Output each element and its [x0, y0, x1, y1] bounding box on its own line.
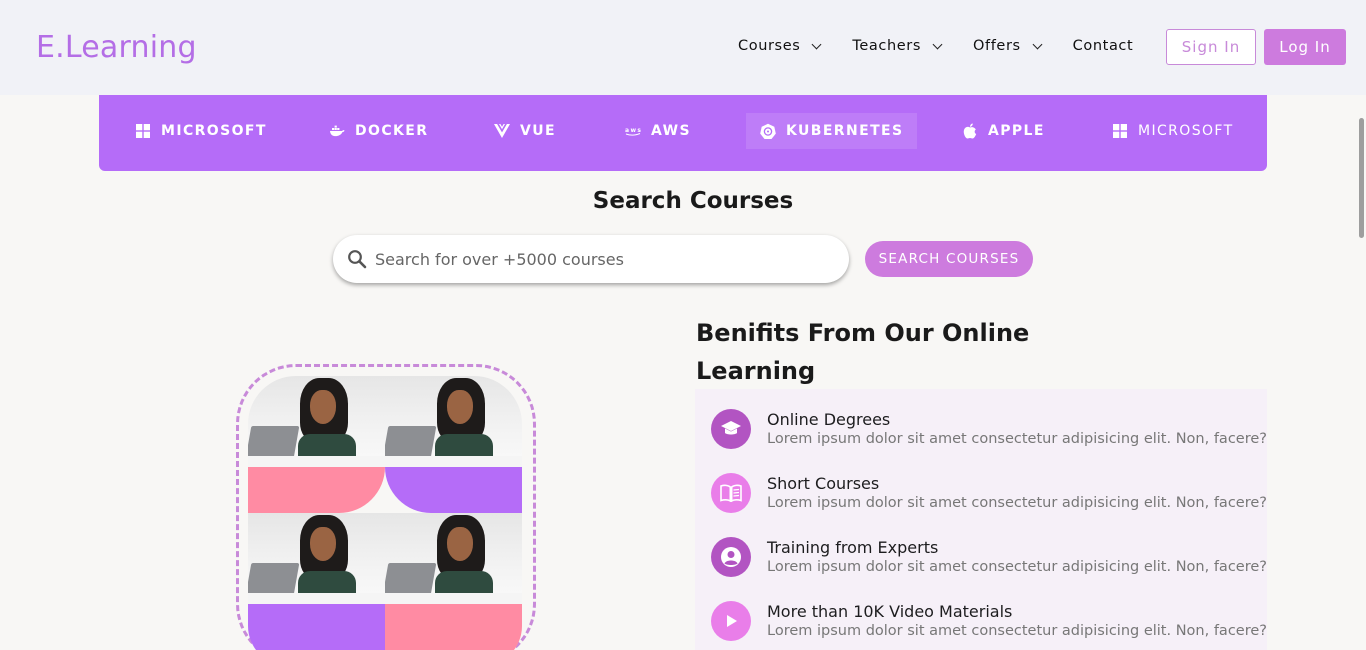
- category-docker[interactable]: DOCKER: [315, 113, 442, 149]
- benefit-item: Online Degrees Lorem ipsum dolor sit ame…: [711, 409, 1267, 449]
- graduation-cap-icon: [711, 409, 751, 449]
- page-scrollbar[interactable]: [1359, 118, 1364, 238]
- benefit-title: Training from Experts: [767, 538, 939, 557]
- category-label: DOCKER: [355, 123, 429, 139]
- search-icon: [348, 250, 367, 269]
- category-label: VUE: [520, 123, 556, 139]
- chevron-down-icon: [811, 39, 822, 49]
- search-courses-button[interactable]: SEARCH COURSES: [865, 241, 1033, 277]
- search-title: Search Courses: [592, 188, 794, 214]
- docker-icon: [329, 123, 345, 139]
- search-box: [333, 235, 849, 283]
- search-input[interactable]: [375, 249, 815, 269]
- benefits-title: Benifits From Our Online Learning: [696, 319, 1030, 385]
- benefit-title: More than 10K Video Materials: [767, 602, 1013, 621]
- category-kubernetes[interactable]: KUBERNETES: [746, 113, 918, 149]
- benefit-desc: Lorem ipsum dolor sit amet consectetur a…: [767, 559, 1267, 575]
- nav-contact-label: Contact: [1072, 38, 1134, 54]
- sign-in-button[interactable]: Sign In: [1166, 29, 1256, 65]
- book-icon: [711, 473, 751, 513]
- windows-icon: [1112, 123, 1128, 139]
- category-aws[interactable]: aws AWS: [611, 113, 705, 149]
- nav-teachers[interactable]: Teachers: [852, 38, 943, 54]
- apple-icon: [962, 123, 978, 139]
- image-collage: [248, 376, 522, 650]
- decorative-shape: [385, 604, 522, 650]
- category-bar: MICROSOFT DOCKER VUE aws AWS KUBERNETES …: [99, 95, 1267, 171]
- category-label: AWS: [651, 123, 691, 139]
- nav-teachers-label: Teachers: [852, 38, 921, 54]
- user-circle-icon: [711, 537, 751, 577]
- aws-icon: aws: [625, 123, 641, 139]
- svg-text:aws: aws: [625, 127, 641, 134]
- nav-offers[interactable]: Offers: [973, 38, 1043, 54]
- student-photo: [248, 376, 385, 467]
- category-apple[interactable]: APPLE: [948, 113, 1059, 149]
- nav-offers-label: Offers: [973, 38, 1021, 54]
- windows-icon: [135, 123, 151, 139]
- benefit-desc: Lorem ipsum dolor sit amet consectetur a…: [767, 431, 1267, 447]
- category-microsoft-2[interactable]: MICROSOFT: [1098, 113, 1248, 149]
- decorative-shape: [248, 604, 385, 650]
- benefit-item: Short Courses Lorem ipsum dolor sit amet…: [711, 473, 1267, 513]
- category-vue[interactable]: VUE: [480, 113, 570, 149]
- benefits-list: Online Degrees Lorem ipsum dolor sit ame…: [695, 389, 1267, 650]
- chevron-down-icon: [932, 39, 943, 49]
- category-label: APPLE: [988, 123, 1045, 139]
- main-nav: Courses Teachers Offers Contact: [738, 38, 1133, 54]
- nav-courses-label: Courses: [738, 38, 801, 54]
- site-logo[interactable]: E.Learning: [36, 30, 197, 65]
- benefit-desc: Lorem ipsum dolor sit amet consectetur a…: [767, 495, 1267, 511]
- vue-icon: [494, 123, 510, 139]
- category-label: MICROSOFT: [161, 123, 267, 139]
- category-label: MICROSOFT: [1138, 123, 1234, 139]
- benefit-title: Short Courses: [767, 474, 880, 493]
- nav-contact[interactable]: Contact: [1073, 38, 1134, 54]
- student-photo: [248, 513, 385, 604]
- nav-courses[interactable]: Courses: [738, 38, 822, 54]
- kubernetes-icon: [760, 123, 776, 139]
- chevron-down-icon: [1032, 39, 1043, 49]
- category-label: KUBERNETES: [786, 123, 904, 139]
- student-photo: [385, 513, 522, 604]
- site-header: E.Learning Courses Teachers Offers Conta…: [0, 0, 1366, 95]
- benefit-title: Online Degrees: [767, 410, 891, 429]
- decorative-shape: [385, 467, 522, 513]
- benefit-item: More than 10K Video Materials Lorem ipsu…: [711, 601, 1267, 641]
- play-icon: [711, 601, 751, 641]
- benefit-item: Training from Experts Lorem ipsum dolor …: [711, 537, 1267, 577]
- benefit-desc: Lorem ipsum dolor sit amet consectetur a…: [767, 623, 1267, 639]
- log-in-button[interactable]: Log In: [1264, 29, 1346, 65]
- decorative-shape: [248, 467, 385, 513]
- student-photo: [385, 376, 522, 467]
- category-microsoft[interactable]: MICROSOFT: [121, 113, 281, 149]
